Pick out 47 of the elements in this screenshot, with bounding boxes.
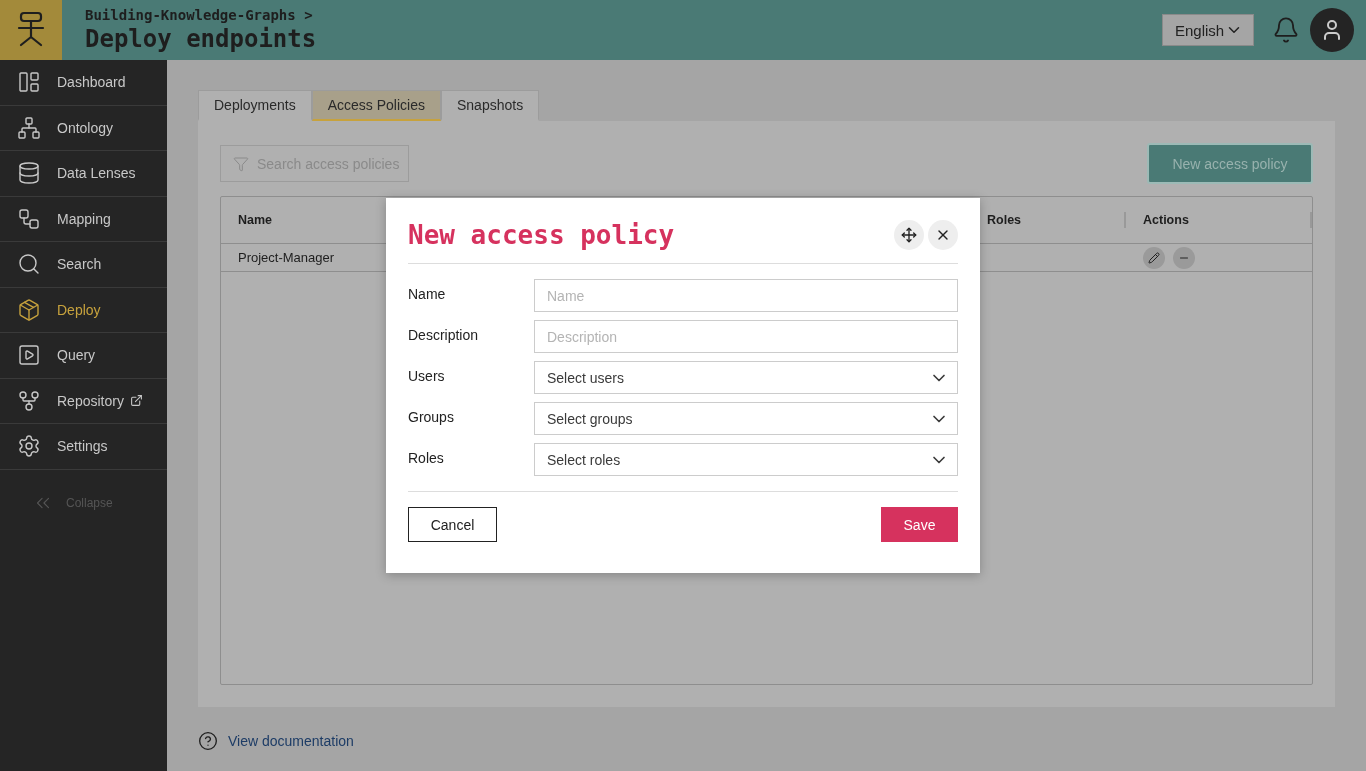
database-icon [17, 161, 41, 186]
nodes-icon [17, 206, 41, 231]
tab[interactable]: Deployments [198, 90, 312, 121]
user-avatar[interactable] [1310, 8, 1354, 52]
remove-button[interactable] [1173, 246, 1195, 269]
field-label: Description [408, 326, 480, 343]
input-field[interactable]: Name [534, 279, 958, 312]
box-icon [17, 297, 41, 322]
sidebar-item[interactable]: Data Lenses [0, 151, 167, 197]
column-header: Actions [1126, 212, 1312, 228]
select-field[interactable]: Select roles [534, 443, 958, 476]
help-icon [198, 731, 218, 751]
move-icon [901, 227, 917, 243]
field-label: Users [408, 367, 446, 384]
save-button[interactable]: Save [881, 507, 958, 542]
select-field[interactable]: Select users [534, 361, 958, 394]
play-window-icon [17, 343, 41, 368]
sidebar-item[interactable]: Search [0, 242, 167, 288]
input-field[interactable]: Description [534, 320, 958, 353]
figure-logo-icon [16, 11, 46, 49]
sidebar-item[interactable]: Ontology [0, 105, 167, 151]
branch-icon [17, 388, 41, 413]
hierarchy-icon [17, 115, 41, 140]
cancel-button[interactable]: Cancel [408, 507, 497, 542]
sidebar-item[interactable]: Dashboard [0, 60, 167, 106]
field-label: Name [408, 285, 447, 302]
edit-button[interactable] [1143, 246, 1165, 269]
sidebar-item[interactable]: Mapping [0, 196, 167, 242]
select-field[interactable]: Select groups [534, 402, 958, 435]
move-button[interactable] [894, 220, 924, 250]
documentation-link[interactable]: View documentation [228, 733, 354, 749]
layout-icon [17, 70, 41, 95]
page-title: Deploy endpoints [85, 25, 318, 53]
tab[interactable]: Snapshots [440, 90, 540, 121]
settings-icon [17, 434, 41, 459]
sidebar-item[interactable]: Query [0, 333, 167, 379]
sidebar-item[interactable]: Repository [0, 378, 167, 424]
field-label: Groups [408, 408, 455, 425]
tab[interactable]: Access Policies [311, 90, 441, 121]
language-select[interactable]: English [1162, 14, 1254, 46]
sidebar-item[interactable]: Settings [0, 424, 167, 470]
field-label: Roles [408, 449, 445, 466]
table-cell-text: Project-Manager [237, 250, 336, 265]
pencil-icon [1148, 251, 1160, 264]
sidebar-item[interactable]: Deploy [0, 287, 167, 333]
filter-icon [233, 155, 249, 172]
bell-icon[interactable] [1272, 16, 1300, 44]
